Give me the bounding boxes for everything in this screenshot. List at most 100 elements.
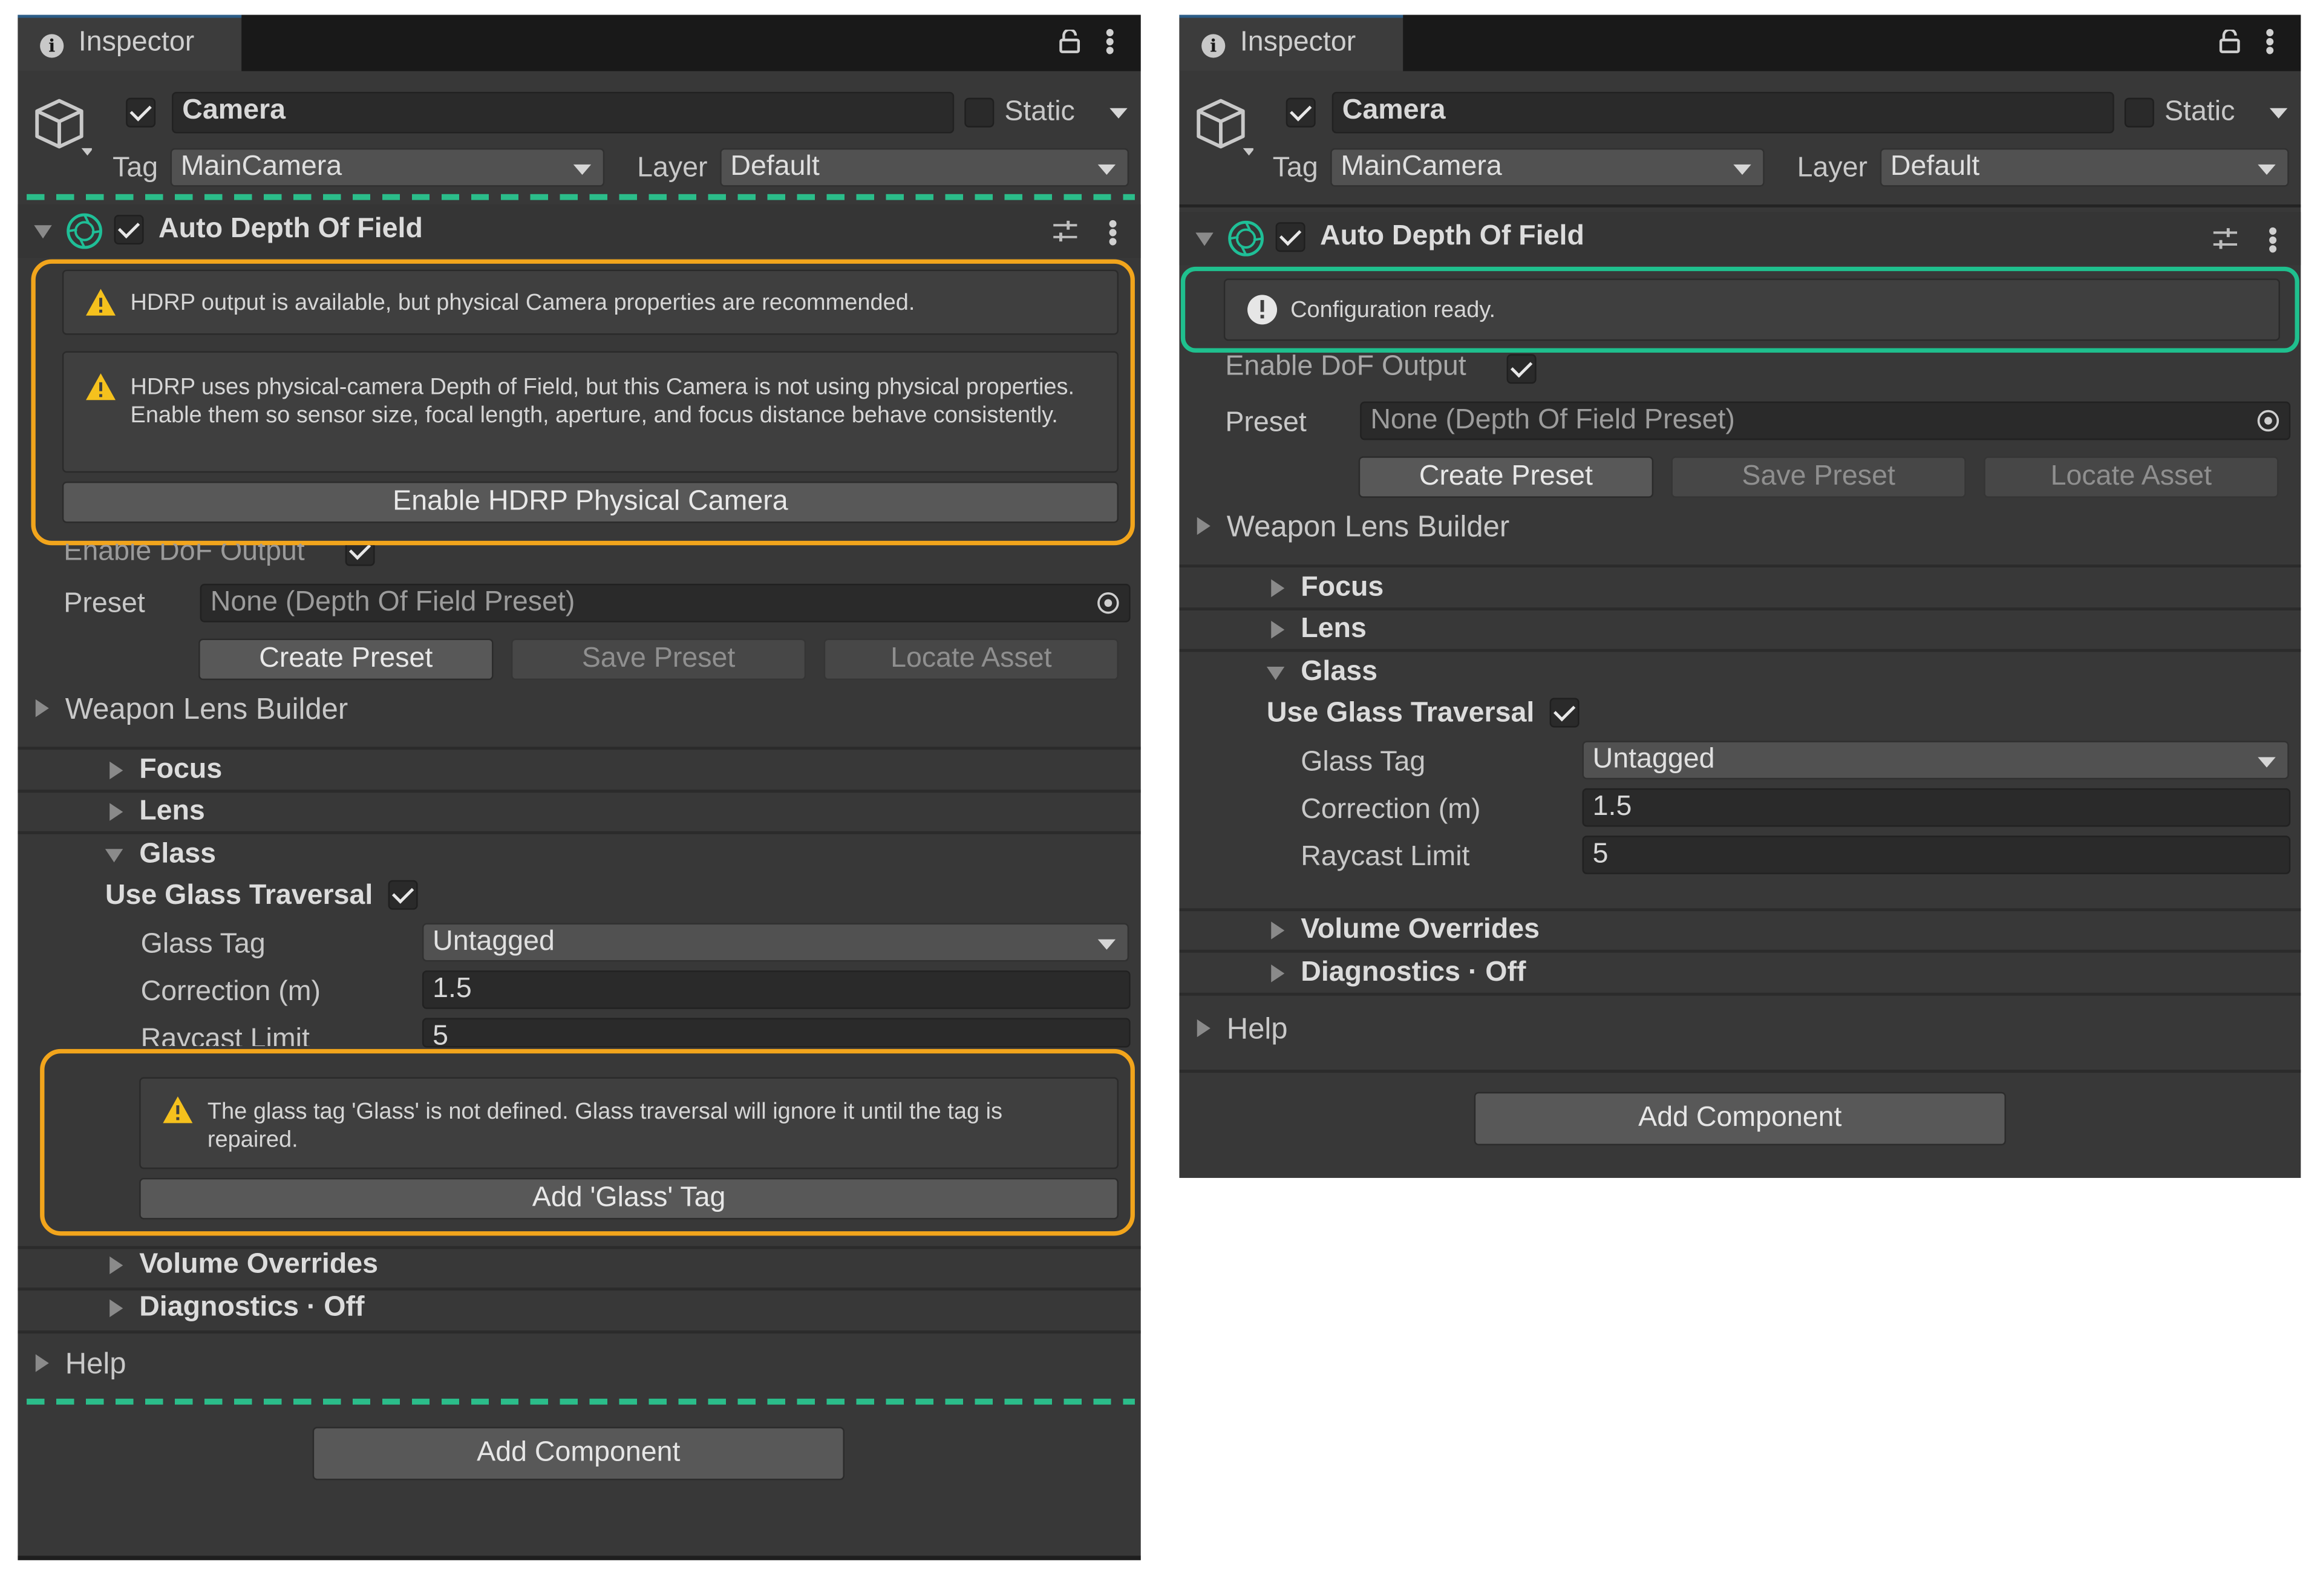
- component-enabled-checkbox[interactable]: [114, 215, 144, 245]
- enable-dof-output-checkbox[interactable]: [1506, 354, 1537, 384]
- foldout-arrow-icon[interactable]: [109, 1256, 123, 1275]
- active-checkbox[interactable]: [1286, 97, 1316, 128]
- more-menu-icon[interactable]: • • •: [2266, 19, 2275, 64]
- inspector-panel-left: i Inspector • • • Camera Static Tag MainCa…: [18, 15, 1141, 1560]
- correction-field[interactable]: 1.5: [1582, 788, 2291, 827]
- locate-asset-button[interactable]: Locate Asset: [823, 638, 1119, 681]
- weapon-lens-builder-foldout[interactable]: Weapon Lens Builder: [65, 693, 348, 727]
- foldout-arrow-icon[interactable]: [105, 849, 123, 863]
- gameobject-cube-icon[interactable]: [33, 95, 92, 160]
- static-dropdown-arrow-icon[interactable]: [2269, 108, 2288, 119]
- help-foldout[interactable]: Help: [65, 1349, 126, 1382]
- diagnostics-foldout[interactable]: Diagnostics · Off: [139, 1292, 364, 1325]
- warning-highlight-box: [31, 259, 1135, 546]
- layer-dropdown[interactable]: Default: [720, 148, 1129, 187]
- glass-tag-dropdown[interactable]: Untagged: [1582, 741, 2289, 780]
- glass-foldout[interactable]: Glass: [139, 839, 216, 871]
- glass-tag-label: Glass Tag: [140, 929, 266, 960]
- volume-overrides-foldout[interactable]: Volume Overrides: [1301, 914, 1540, 947]
- tag-value: MainCamera: [1341, 151, 1502, 183]
- divider: [1179, 1070, 2301, 1073]
- component-menu-icon[interactable]: • • •: [1108, 211, 1117, 255]
- use-glass-traversal-checkbox[interactable]: [388, 880, 418, 910]
- component-header[interactable]: Auto Depth Of Field • • •: [1179, 212, 2301, 266]
- foldout-arrow-icon[interactable]: [109, 803, 123, 821]
- divider: [1179, 649, 2301, 652]
- foldout-arrow-icon[interactable]: [1271, 579, 1285, 597]
- object-name-field[interactable]: Camera: [1331, 91, 2114, 134]
- tab-bar: i Inspector • • •: [1179, 15, 2301, 71]
- tag-dropdown[interactable]: MainCamera: [1330, 148, 1765, 187]
- active-checkbox[interactable]: [126, 97, 156, 128]
- static-dropdown-arrow-icon[interactable]: [1109, 108, 1128, 119]
- preset-label: Preset: [64, 588, 145, 620]
- add-component-button[interactable]: Add Component: [312, 1427, 845, 1480]
- raycast-limit-field[interactable]: 5: [422, 1018, 1131, 1048]
- foldout-arrow-icon[interactable]: [1271, 621, 1285, 639]
- preset-object-field[interactable]: None (Depth Of Field Preset): [1360, 401, 2291, 440]
- preset-sliders-icon[interactable]: [2212, 227, 2238, 250]
- foldout-arrow-icon[interactable]: [35, 1354, 49, 1372]
- volume-overrides-foldout[interactable]: Volume Overrides: [139, 1249, 378, 1282]
- preset-object-field[interactable]: None (Depth Of Field Preset): [200, 583, 1131, 623]
- weapon-lens-builder-foldout[interactable]: Weapon Lens Builder: [1227, 511, 1509, 545]
- gameobject-cube-icon[interactable]: [1194, 95, 1253, 160]
- lens-foldout[interactable]: Lens: [1301, 613, 1367, 646]
- lens-foldout[interactable]: Lens: [139, 796, 205, 828]
- create-preset-button[interactable]: Create Preset: [1358, 456, 1654, 498]
- component-title: Auto Depth Of Field: [1320, 220, 1584, 252]
- more-menu-icon[interactable]: • • •: [1105, 19, 1114, 64]
- layer-dropdown[interactable]: Default: [1880, 148, 2289, 187]
- divider: [18, 1287, 1141, 1291]
- divider: [1179, 204, 2301, 208]
- focus-foldout[interactable]: Focus: [1301, 572, 1384, 604]
- tab-bar: i Inspector • • •: [18, 15, 1141, 71]
- save-preset-button[interactable]: Save Preset: [511, 638, 806, 681]
- use-glass-traversal-label: Use Glass Traversal: [105, 880, 373, 912]
- raycast-limit-field[interactable]: 5: [1582, 836, 2291, 874]
- foldout-arrow-icon[interactable]: [1197, 517, 1211, 535]
- foldout-arrow-icon[interactable]: [1266, 667, 1285, 681]
- correction-field[interactable]: 1.5: [422, 970, 1131, 1009]
- component-lens-icon: [1228, 220, 1264, 257]
- foldout-arrow-icon[interactable]: [109, 761, 123, 780]
- component-enabled-checkbox[interactable]: [1275, 222, 1305, 252]
- glass-tag-dropdown[interactable]: Untagged: [422, 923, 1129, 962]
- static-checkbox[interactable]: [2124, 97, 2154, 128]
- foldout-arrow-icon[interactable]: [109, 1299, 123, 1318]
- correction-label: Correction (m): [1301, 794, 1481, 826]
- lock-icon[interactable]: [2219, 29, 2240, 53]
- foldout-arrow-icon[interactable]: [1271, 964, 1285, 983]
- diagnostics-foldout[interactable]: Diagnostics · Off: [1301, 957, 1526, 990]
- use-glass-traversal-checkbox[interactable]: [1549, 698, 1580, 728]
- component-menu-icon[interactable]: • • •: [2268, 218, 2277, 262]
- foldout-arrow-icon[interactable]: [1271, 921, 1285, 940]
- object-picker-icon[interactable]: [1096, 591, 1120, 615]
- static-checkbox[interactable]: [964, 97, 995, 128]
- foldout-arrow-icon[interactable]: [1197, 1019, 1211, 1038]
- tab-inspector[interactable]: i Inspector: [18, 15, 242, 71]
- tab-inspector[interactable]: i Inspector: [1179, 15, 1403, 71]
- lock-icon[interactable]: [1059, 29, 1080, 53]
- save-preset-button[interactable]: Save Preset: [1671, 456, 1966, 498]
- correction-label: Correction (m): [140, 976, 321, 1008]
- foldout-arrow-icon[interactable]: [35, 699, 49, 718]
- locate-asset-button[interactable]: Locate Asset: [1984, 456, 2279, 498]
- add-component-button[interactable]: Add Component: [1474, 1091, 2006, 1146]
- object-picker-icon[interactable]: [2256, 409, 2280, 433]
- help-foldout[interactable]: Help: [1227, 1013, 1288, 1047]
- foldout-arrow-icon[interactable]: [34, 225, 52, 239]
- glass-foldout[interactable]: Glass: [1301, 656, 1377, 689]
- create-preset-button[interactable]: Create Preset: [198, 638, 494, 681]
- preset-label: Preset: [1225, 407, 1307, 439]
- object-name-field[interactable]: Camera: [172, 91, 955, 134]
- glass-tag-label: Glass Tag: [1301, 747, 1426, 778]
- layer-label: Layer: [1797, 152, 1868, 184]
- foldout-arrow-icon[interactable]: [1195, 232, 1214, 246]
- tag-dropdown[interactable]: MainCamera: [170, 148, 605, 187]
- preset-sliders-icon[interactable]: [1052, 219, 1079, 243]
- component-header[interactable]: Auto Depth Of Field • • •: [18, 204, 1141, 258]
- focus-foldout[interactable]: Focus: [139, 754, 222, 787]
- dashed-marker-top: [27, 194, 1135, 200]
- dashed-marker-bottom: [27, 1398, 1135, 1405]
